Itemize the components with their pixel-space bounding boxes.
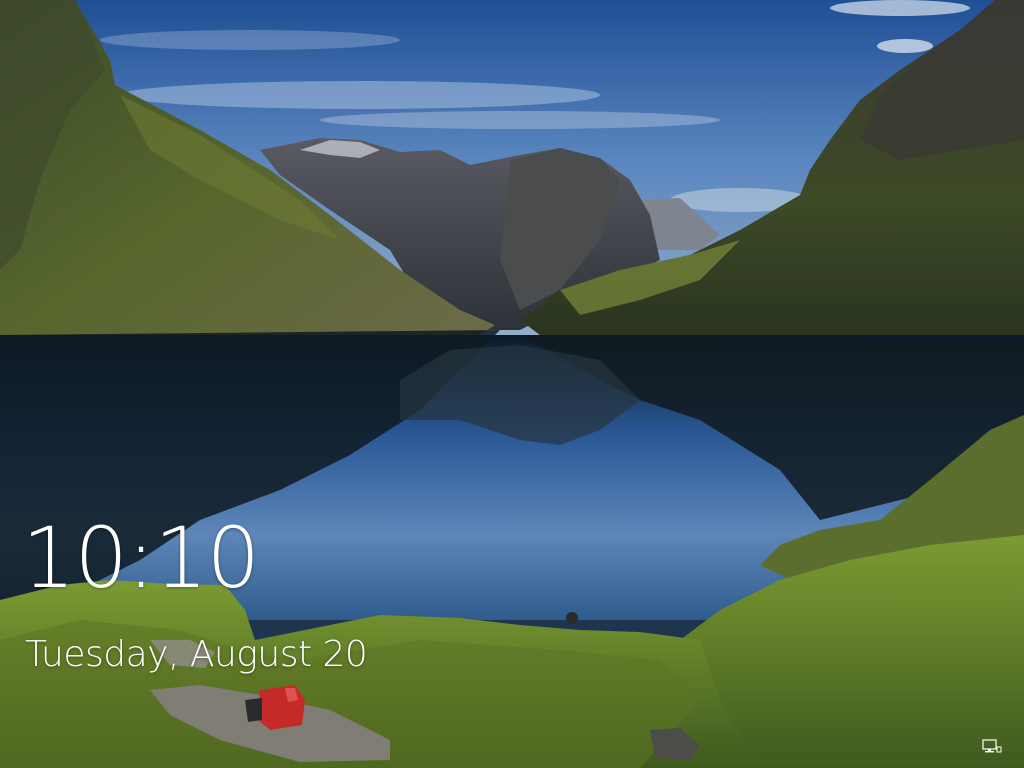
lock-screen-date: Tuesday, August 20: [25, 634, 368, 675]
lock-screen-clock: 10:10: [22, 509, 260, 607]
network-icon[interactable]: [982, 739, 1002, 755]
lock-screen[interactable]: 10:10 Tuesday, August 20: [0, 0, 1024, 768]
